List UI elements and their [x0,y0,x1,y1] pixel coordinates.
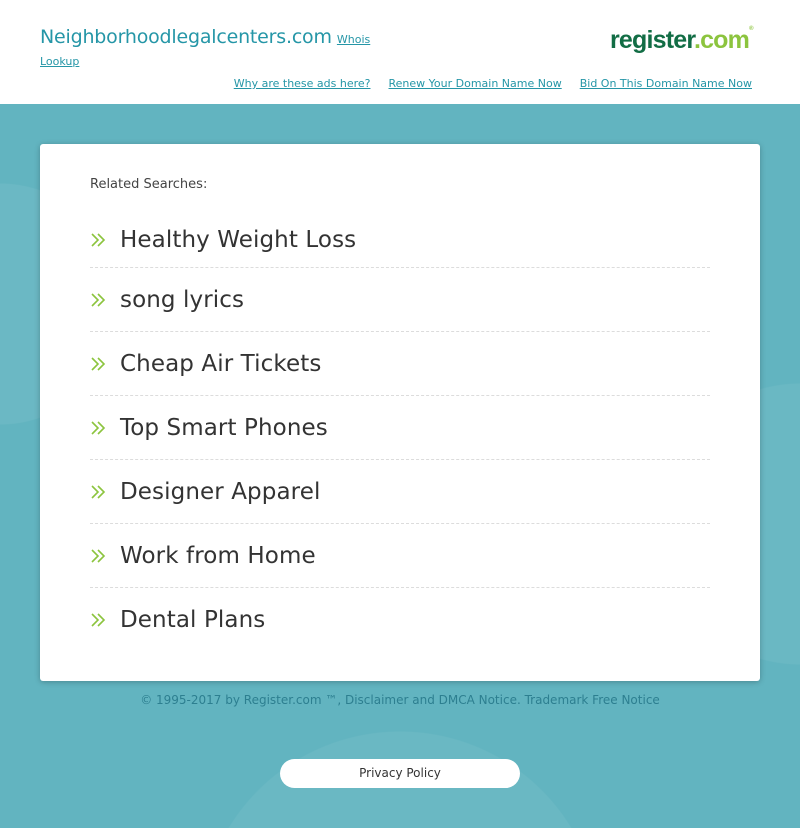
header: Neighborhoodlegalcenters.com Whois Looku… [0,0,800,104]
double-chevron-right-icon [90,612,120,628]
search-item-label[interactable]: Top Smart Phones [120,415,328,441]
bid-domain-link[interactable]: Bid On This Domain Name Now [580,77,752,90]
logo-text-com: .com [693,26,750,54]
search-item-dental-plans[interactable]: Dental Plans [90,588,710,652]
double-chevron-right-icon [90,232,120,248]
search-item-label[interactable]: Designer Apparel [120,479,320,505]
related-searches-card: Related Searches: Healthy Weight Loss so… [40,144,760,681]
search-item-label[interactable]: Work from Home [120,543,316,569]
double-chevron-right-icon [90,484,120,500]
double-chevron-right-icon [90,548,120,564]
copyright-notice: © 1995-2017 by Register.com ™, Disclaime… [140,693,660,707]
search-item-work-from-home[interactable]: Work from Home [90,524,710,588]
search-item-label[interactable]: song lyrics [120,287,244,313]
search-item-label[interactable]: Dental Plans [120,607,265,633]
register-com-logo[interactable]: register.com® [610,26,753,55]
double-chevron-right-icon [90,356,120,372]
double-chevron-right-icon [90,292,120,308]
search-item-cheap-air-tickets[interactable]: Cheap Air Tickets [90,332,710,396]
search-item-label[interactable]: Healthy Weight Loss [120,227,356,253]
search-item-song-lyrics[interactable]: song lyrics [90,268,710,332]
domain-block: Neighborhoodlegalcenters.com Whois Looku… [40,27,380,72]
domain-title: Neighborhoodlegalcenters.com [40,26,332,48]
header-links: Why are these ads here? Renew Your Domai… [234,77,752,90]
privacy-policy-button[interactable]: Privacy Policy [280,759,520,788]
search-list: Healthy Weight Loss song lyrics Cheap Ai… [90,212,710,652]
logo-text-register: register [610,26,695,54]
renew-domain-link[interactable]: Renew Your Domain Name Now [389,77,562,90]
search-item-label[interactable]: Cheap Air Tickets [120,351,321,377]
registered-mark: ® [749,26,753,32]
search-item-designer-apparel[interactable]: Designer Apparel [90,460,710,524]
search-item-healthy-weight-loss[interactable]: Healthy Weight Loss [90,212,710,268]
double-chevron-right-icon [90,420,120,436]
related-searches-label: Related Searches: [90,177,208,192]
why-ads-link[interactable]: Why are these ads here? [234,77,371,90]
search-item-top-smart-phones[interactable]: Top Smart Phones [90,396,710,460]
